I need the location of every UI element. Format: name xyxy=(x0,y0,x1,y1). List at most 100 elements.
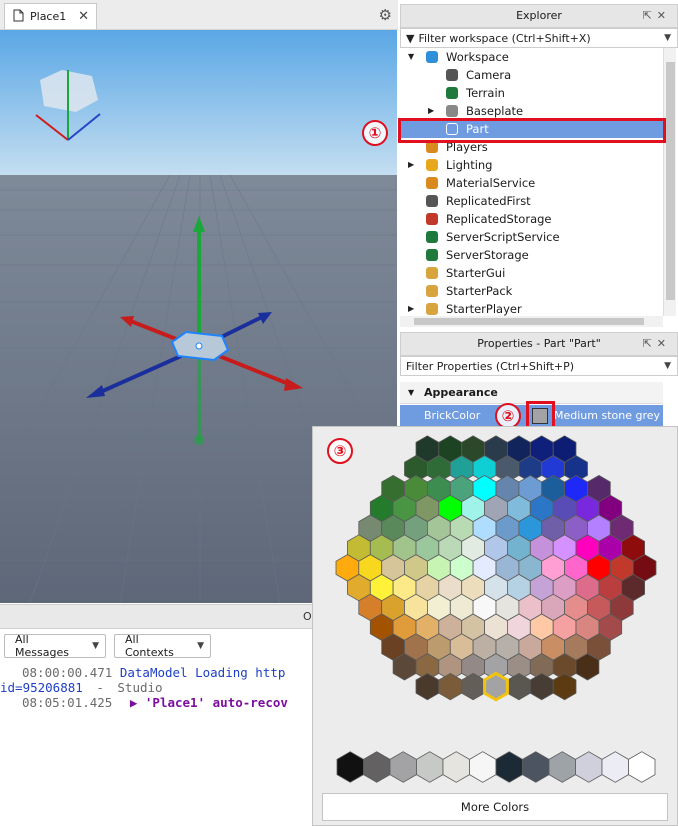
properties-title-bar: Properties - Part "Part" ⇱✕ xyxy=(400,332,678,356)
explorer-item-terrain[interactable]: Terrain xyxy=(400,84,663,102)
brickcolor-picker-popup[interactable]: ③ More Colors xyxy=(312,426,678,826)
section-label: Appearance xyxy=(424,386,498,399)
document-tab-strip: Place1 ✕ ⚙ xyxy=(0,0,398,30)
log-prefix: id=95206881 xyxy=(0,680,83,695)
properties-filter-input[interactable]: Filter Properties (Ctrl+Shift+P) ▼ xyxy=(400,356,678,376)
tab-place1[interactable]: Place1 ✕ xyxy=(4,3,97,29)
gray-color-swatch[interactable] xyxy=(416,751,444,783)
gray-color-swatch[interactable] xyxy=(389,751,417,783)
workspace-icon xyxy=(426,51,438,63)
gray-color-swatch[interactable] xyxy=(628,751,656,783)
replicated-storage-icon xyxy=(426,213,438,225)
explorer-item-workspace[interactable]: ▼ Workspace xyxy=(400,48,663,66)
explorer-item-replicatedstorage[interactable]: ReplicatedStorage xyxy=(400,210,663,228)
explorer-item-label: StarterPack xyxy=(446,284,513,298)
terrain-icon xyxy=(446,87,458,99)
properties-title: Properties - Part "Part" xyxy=(477,337,601,350)
explorer-item-label: Camera xyxy=(466,68,512,82)
log-timestamp: 08:00:00.471 xyxy=(22,665,113,680)
log-timestamp: 08:05:01.425 xyxy=(22,695,113,710)
property-value: Medium stone grey xyxy=(554,409,661,422)
explorer-vertical-scrollbar[interactable] xyxy=(663,48,676,316)
color-swatch[interactable] xyxy=(529,672,554,701)
material-service-icon xyxy=(426,177,438,189)
color-swatch[interactable] xyxy=(461,672,486,701)
panel-controls: ⇱✕ xyxy=(643,333,671,355)
chevron-down-icon: ▼ xyxy=(664,361,671,371)
collapse-arrow-icon[interactable]: ▶ xyxy=(408,300,414,316)
undock-icon[interactable]: ⇱ xyxy=(643,337,657,350)
gray-color-swatch[interactable] xyxy=(336,751,364,783)
color-swatch[interactable] xyxy=(438,672,463,701)
message-filter-dropdown[interactable]: All Messages ▼ xyxy=(4,633,106,659)
undock-icon[interactable]: ⇱ xyxy=(643,9,657,22)
explorer-item-label: Workspace xyxy=(446,50,509,64)
play-icon: ▶ xyxy=(129,695,138,710)
callout-1-label: ① xyxy=(362,120,388,146)
property-name: BrickColor xyxy=(424,409,481,422)
explorer-item-serverscriptservice[interactable]: ServerScriptService xyxy=(400,228,663,246)
panel-controls: ⇱✕ xyxy=(643,5,671,27)
gray-color-swatch[interactable] xyxy=(363,751,391,783)
document-icon xyxy=(13,9,24,25)
explorer-item-label: StarterGui xyxy=(446,266,506,280)
explorer-item-label: ReplicatedStorage xyxy=(446,212,552,226)
collapse-arrow-icon: ▼ xyxy=(408,388,415,397)
explorer-item-materialservice[interactable]: MaterialService xyxy=(400,174,663,192)
more-colors-button[interactable]: More Colors xyxy=(322,793,668,821)
server-storage-icon xyxy=(426,249,438,261)
starter-pack-icon xyxy=(426,285,438,297)
message-filter-value: All Messages xyxy=(15,633,69,659)
explorer-horizontal-scrollbar[interactable] xyxy=(400,316,663,327)
lighting-icon xyxy=(426,159,438,171)
explorer-title-bar: Explorer ⇱✕ xyxy=(400,4,678,28)
tab-close-icon[interactable]: ✕ xyxy=(78,9,89,24)
explorer-filter-placeholder: Filter workspace (Ctrl+Shift+X) xyxy=(418,31,591,45)
gray-color-swatch[interactable] xyxy=(575,751,603,783)
gray-color-swatch[interactable] xyxy=(495,751,523,783)
explorer-title: Explorer xyxy=(516,9,562,22)
explorer-item-label: MaterialService xyxy=(446,176,536,190)
gray-color-swatch[interactable] xyxy=(548,751,576,783)
starter-gui-icon xyxy=(426,267,438,279)
chevron-down-icon: ▼ xyxy=(664,33,671,43)
gray-color-swatch[interactable] xyxy=(442,751,470,783)
log-text: DataModel Loading http xyxy=(119,665,286,680)
server-script-service-icon xyxy=(426,231,438,243)
tab-label: Place1 xyxy=(30,10,67,23)
close-icon[interactable]: ✕ xyxy=(657,9,671,22)
view-settings-gear-icon[interactable]: ⚙ xyxy=(379,6,392,24)
explorer-item-lighting[interactable]: ▶ Lighting xyxy=(400,156,663,174)
explorer-item-starterplayer[interactable]: ▶ StarterPlayer xyxy=(400,300,663,316)
explorer-item-serverstorage[interactable]: ServerStorage xyxy=(400,246,663,264)
color-swatch[interactable] xyxy=(552,672,577,701)
chevron-down-icon: ▼ xyxy=(92,641,99,651)
chevron-down-icon: ▼ xyxy=(197,641,204,651)
explorer-filter-input[interactable]: ▼ Filter workspace (Ctrl+Shift+X) ▼ xyxy=(400,28,678,48)
explorer-item-replicatedfirst[interactable]: ReplicatedFirst xyxy=(400,192,663,210)
collapse-arrow-icon[interactable]: ▶ xyxy=(408,156,414,174)
camera-icon xyxy=(446,69,458,81)
log-text: Studio xyxy=(117,680,163,695)
part-icon xyxy=(446,105,458,117)
close-icon[interactable]: ✕ xyxy=(657,337,671,350)
color-swatch[interactable] xyxy=(506,672,531,701)
explorer-item-camera[interactable]: Camera xyxy=(400,66,663,84)
starter-player-icon xyxy=(426,303,438,315)
color-swatch[interactable] xyxy=(415,672,440,701)
explorer-item-starterpack[interactable]: StarterPack xyxy=(400,282,663,300)
callout-3-label: ③ xyxy=(327,438,353,464)
filter-icon: ▼ xyxy=(406,31,415,45)
gray-color-swatch[interactable] xyxy=(601,751,629,783)
log-text: 'Place1' auto-recov xyxy=(144,695,288,710)
expand-arrow-icon[interactable]: ▼ xyxy=(408,48,414,66)
gray-color-swatch[interactable] xyxy=(469,751,497,783)
context-filter-value: All Contexts xyxy=(125,633,174,659)
context-filter-dropdown[interactable]: All Contexts ▼ xyxy=(114,633,211,659)
gray-color-swatch[interactable] xyxy=(522,751,550,783)
explorer-tree[interactable]: ▼ Workspace Camera Terrain ▶ Baseplate Part Pla… xyxy=(400,48,663,316)
explorer-item-startergui[interactable]: StarterGui xyxy=(400,264,663,282)
explorer-item-label: ServerScriptService xyxy=(446,230,560,244)
properties-filter-placeholder: Filter Properties (Ctrl+Shift+P) xyxy=(406,359,575,373)
explorer-item-label: Terrain xyxy=(466,86,505,100)
